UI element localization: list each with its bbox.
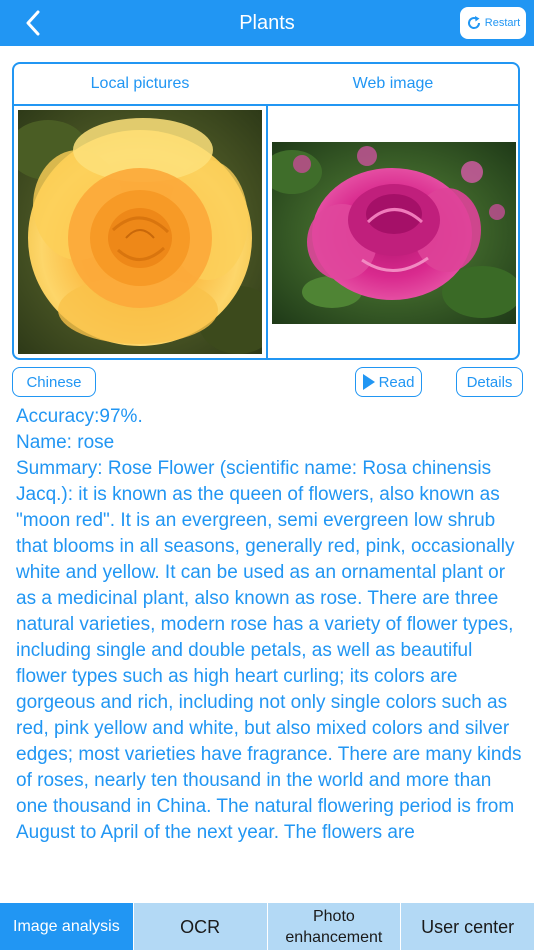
web-image[interactable] bbox=[272, 142, 516, 324]
details-button[interactable]: Details bbox=[456, 367, 523, 397]
local-picture-image[interactable] bbox=[18, 110, 262, 354]
restart-button[interactable]: Restart bbox=[460, 7, 526, 39]
restart-label: Restart bbox=[484, 17, 521, 29]
recognition-result: Accuracy:97%. Name: rose Summary: Rose F… bbox=[16, 404, 528, 846]
language-button[interactable]: Chinese bbox=[12, 367, 96, 397]
page-title: Plants bbox=[239, 12, 295, 34]
name-text: Name: rose bbox=[16, 432, 115, 453]
navigation-bar: Plants Restart bbox=[0, 0, 534, 46]
play-icon bbox=[362, 374, 375, 390]
read-button[interactable]: Read bbox=[355, 367, 422, 397]
tab-image-analysis[interactable]: Image analysis bbox=[0, 903, 133, 950]
tab-web-image[interactable]: Web image bbox=[266, 64, 518, 104]
bottom-tab-bar: Image analysis OCR Photo enhancement Use… bbox=[0, 903, 534, 950]
language-label: Chinese bbox=[26, 373, 82, 391]
details-label: Details bbox=[466, 373, 513, 391]
tab-local-pictures[interactable]: Local pictures bbox=[14, 64, 266, 104]
refresh-icon bbox=[467, 16, 480, 29]
tab-user-center[interactable]: User center bbox=[400, 903, 534, 950]
panel-divider bbox=[266, 106, 268, 358]
image-source-panel: Local pictures Web image bbox=[12, 62, 520, 360]
tab-photo-enhancement[interactable]: Photo enhancement bbox=[266, 903, 401, 950]
read-label: Read bbox=[378, 373, 415, 391]
tab-ocr[interactable]: OCR bbox=[132, 903, 267, 950]
accuracy-text: Accuracy:97%. bbox=[16, 406, 143, 427]
summary-text: Summary: Rose Flower (scientific name: R… bbox=[16, 458, 522, 843]
